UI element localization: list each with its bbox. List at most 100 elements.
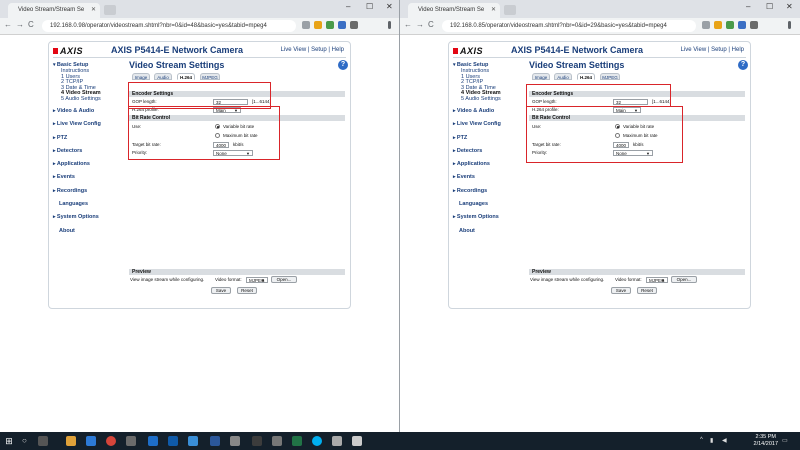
tab-image[interactable]: Image — [532, 73, 550, 80]
setup-link[interactable]: Setup — [311, 47, 327, 53]
outlook-icon[interactable] — [168, 436, 178, 446]
video-format-select[interactable]: MJPEG ▼ — [246, 277, 268, 283]
sidebar-group-recordings[interactable]: ▸ Recordings — [453, 188, 527, 195]
browser-tab[interactable]: Video Stream/Stream Se ✕ — [8, 3, 100, 18]
sidebar-group-events[interactable]: ▸ Events — [453, 174, 527, 181]
app-icon[interactable] — [148, 436, 158, 446]
sidebar-group-events[interactable]: ▸ Events — [53, 174, 127, 181]
sidebar-group-label: Recordings — [456, 187, 488, 194]
forward-icon[interactable]: → — [416, 20, 424, 29]
video-format-select[interactable]: MJPEG ▼ — [646, 277, 668, 283]
minimize-button[interactable]: – — [746, 2, 750, 11]
windows-start-icon[interactable]: ⊞ — [4, 436, 14, 446]
tab-close-icon[interactable]: ✕ — [491, 3, 496, 18]
app-icon[interactable] — [230, 436, 240, 446]
tab-image[interactable]: Image — [132, 73, 150, 80]
app-icon[interactable] — [126, 436, 136, 446]
extension-icon[interactable] — [726, 21, 734, 29]
app-icon[interactable] — [352, 436, 362, 446]
close-window-button[interactable]: ✕ — [386, 2, 393, 11]
extension-icon[interactable] — [338, 21, 346, 29]
live-view-link[interactable]: Live View — [281, 47, 307, 53]
sidebar-group-languages[interactable]: Languages — [53, 201, 127, 208]
extension-icon[interactable] — [314, 21, 322, 29]
terminal-icon[interactable] — [252, 436, 262, 446]
sidebar-group-video-audio[interactable]: ▸ Video & Audio — [453, 108, 527, 115]
reload-icon[interactable]: C — [28, 20, 34, 29]
sidebar-group-applications[interactable]: ▸ Applications — [453, 161, 527, 168]
help-link[interactable]: Help — [732, 47, 744, 53]
sidebar-group-recordings[interactable]: ▸ Recordings — [53, 188, 127, 195]
minimize-button[interactable]: – — [346, 2, 350, 11]
sidebar-group-detectors[interactable]: ▸ Detectors — [453, 148, 527, 155]
word-icon[interactable] — [210, 436, 220, 446]
reload-icon[interactable]: C — [428, 20, 434, 29]
app-icon[interactable] — [332, 436, 342, 446]
live-view-link[interactable]: Live View — [681, 47, 707, 53]
reset-button[interactable]: Reset — [237, 287, 257, 294]
extension-icon[interactable] — [738, 21, 746, 29]
open-button[interactable]: Open... — [271, 276, 297, 283]
url-field[interactable]: 192.168.0.85/operator/videostream.shtml?… — [442, 20, 696, 32]
app-icon[interactable] — [188, 436, 198, 446]
menu-icon[interactable] — [388, 21, 391, 29]
save-button[interactable]: Save — [611, 287, 631, 294]
task-view-icon[interactable] — [38, 436, 48, 446]
sidebar-group-about[interactable]: About — [453, 228, 527, 235]
sidebar-group-video-audio[interactable]: ▸ Video & Audio — [53, 108, 127, 115]
excel-icon[interactable] — [292, 436, 302, 446]
star-icon[interactable] — [302, 21, 310, 29]
close-window-button[interactable]: ✕ — [786, 2, 793, 11]
sidebar-group-live-view-config[interactable]: ▸ Live View Config — [453, 121, 527, 128]
star-icon[interactable] — [702, 21, 710, 29]
sidebar-group-detectors[interactable]: ▸ Detectors — [53, 148, 127, 155]
notification-chevron-icon[interactable]: ^ — [700, 437, 703, 443]
sidebar-group-live-view-config[interactable]: ▸ Live View Config — [53, 121, 127, 128]
network-icon[interactable]: ▮ — [710, 437, 713, 444]
tab-h264[interactable]: H.264 — [177, 73, 195, 80]
maximize-button[interactable]: ☐ — [366, 2, 373, 11]
search-icon[interactable]: ○ — [22, 436, 32, 446]
sidebar-group-about[interactable]: About — [53, 228, 127, 235]
tab-audio[interactable]: Audio — [154, 73, 172, 80]
extension-icon[interactable] — [350, 21, 358, 29]
volume-icon[interactable]: ◀ — [722, 437, 727, 444]
help-icon[interactable]: ? — [338, 60, 348, 70]
tab-mjpeg[interactable]: MJPEG — [600, 73, 620, 80]
open-button[interactable]: Open... — [671, 276, 697, 283]
back-icon[interactable]: ← — [404, 20, 412, 29]
help-link[interactable]: Help — [332, 47, 344, 53]
maximize-button[interactable]: ☐ — [766, 2, 773, 11]
sidebar-group-ptz[interactable]: ▸ PTZ — [53, 135, 127, 142]
help-icon[interactable]: ? — [738, 60, 748, 70]
tab-mjpeg[interactable]: MJPEG — [200, 73, 220, 80]
sidebar-group-languages[interactable]: Languages — [453, 201, 527, 208]
new-tab-button[interactable] — [504, 5, 516, 15]
sidebar-group-ptz[interactable]: ▸ PTZ — [453, 135, 527, 142]
back-icon[interactable]: ← — [4, 20, 12, 29]
tab-close-icon[interactable]: ✕ — [91, 3, 96, 18]
file-explorer-icon[interactable] — [66, 436, 76, 446]
app-icon[interactable] — [272, 436, 282, 446]
forward-icon[interactable]: → — [16, 20, 24, 29]
chrome-icon[interactable] — [106, 436, 116, 446]
tab-h264[interactable]: H.264 — [577, 73, 595, 80]
sidebar-group-system-options[interactable]: ▸ System Options — [453, 214, 527, 221]
menu-icon[interactable] — [788, 21, 791, 29]
reset-button[interactable]: Reset — [637, 287, 657, 294]
setup-link[interactable]: Setup — [711, 47, 727, 53]
extension-icon[interactable] — [714, 21, 722, 29]
skype-icon[interactable] — [312, 436, 322, 446]
system-clock[interactable]: 2:35 PM 2/14/2017 — [754, 434, 778, 448]
sidebar-group-applications[interactable]: ▸ Applications — [53, 161, 127, 168]
url-field[interactable]: 192.168.0.98/operator/videostream.shtml?… — [42, 20, 296, 32]
extension-icon[interactable] — [750, 21, 758, 29]
extension-icon[interactable] — [326, 21, 334, 29]
action-center-icon[interactable]: ▭ — [782, 437, 788, 444]
save-button[interactable]: Save — [211, 287, 231, 294]
tab-audio[interactable]: Audio — [554, 73, 572, 80]
new-tab-button[interactable] — [104, 5, 116, 15]
browser-tab[interactable]: Video Stream/Stream Se ✕ — [408, 3, 500, 18]
edge-icon[interactable] — [86, 436, 96, 446]
sidebar-group-system-options[interactable]: ▸ System Options — [53, 214, 127, 221]
